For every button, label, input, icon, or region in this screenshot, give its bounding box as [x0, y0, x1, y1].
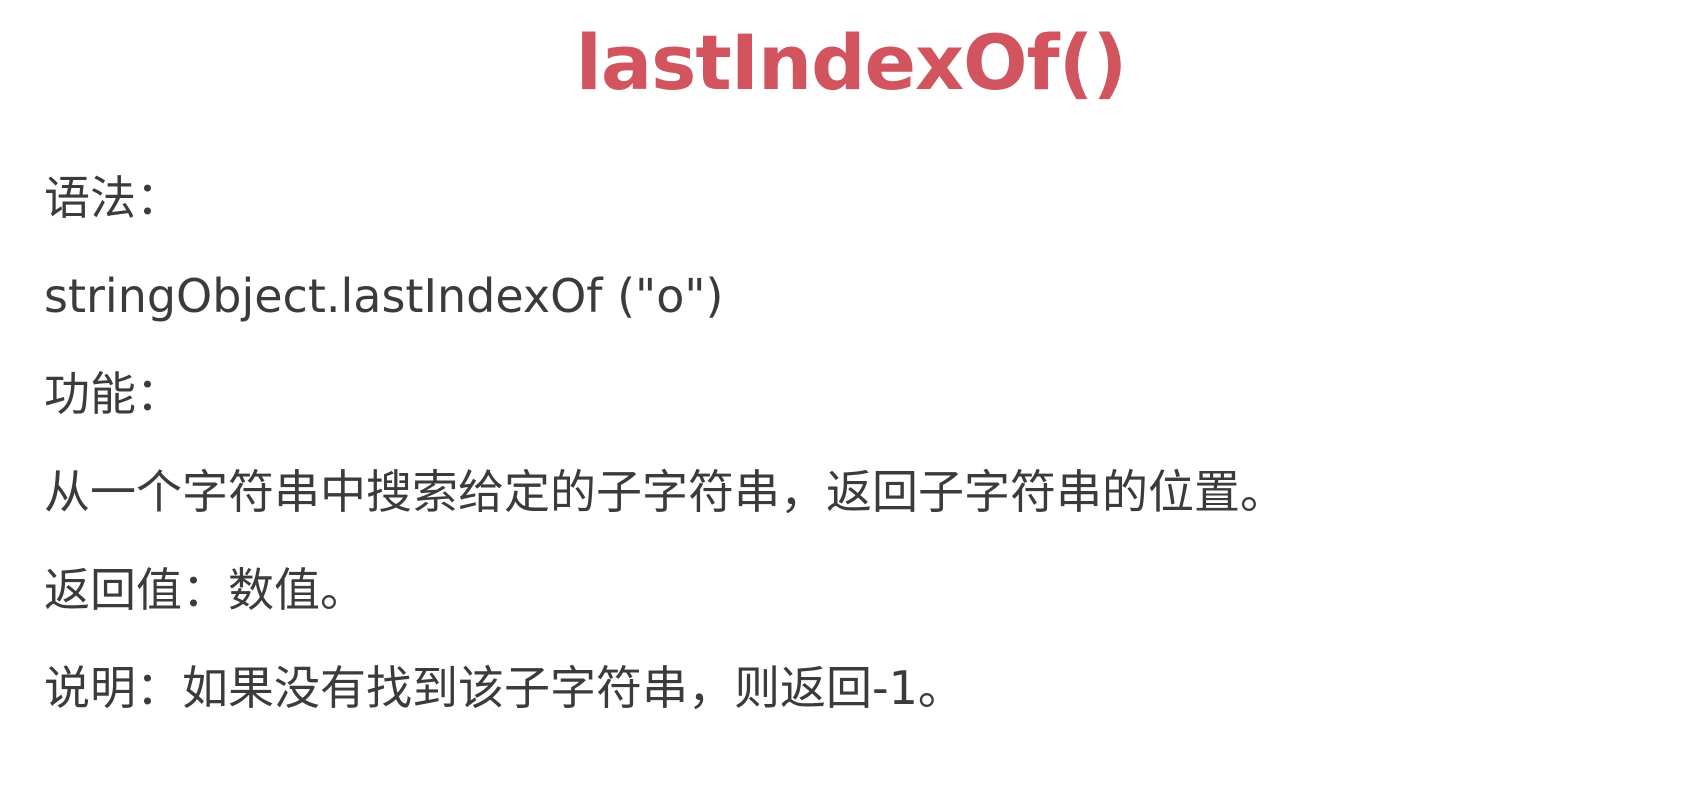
syntax-label: 语法：: [44, 171, 182, 225]
function-label: 功能：: [44, 367, 182, 421]
return-value-text: 返回值：数值。: [44, 563, 366, 617]
slide-title: lastIndexOf(): [575, 18, 1127, 107]
notes-text: 说明：如果没有找到该子字符串，则返回-1。: [44, 661, 964, 715]
function-description: 从一个字符串中搜索给定的子字符串，返回子字符串的位置。: [44, 465, 1286, 519]
slide: lastIndexOf() 语法： stringObject.lastIndex…: [0, 0, 1702, 796]
syntax-code: stringObject.lastIndexOf ("o"): [44, 269, 724, 323]
